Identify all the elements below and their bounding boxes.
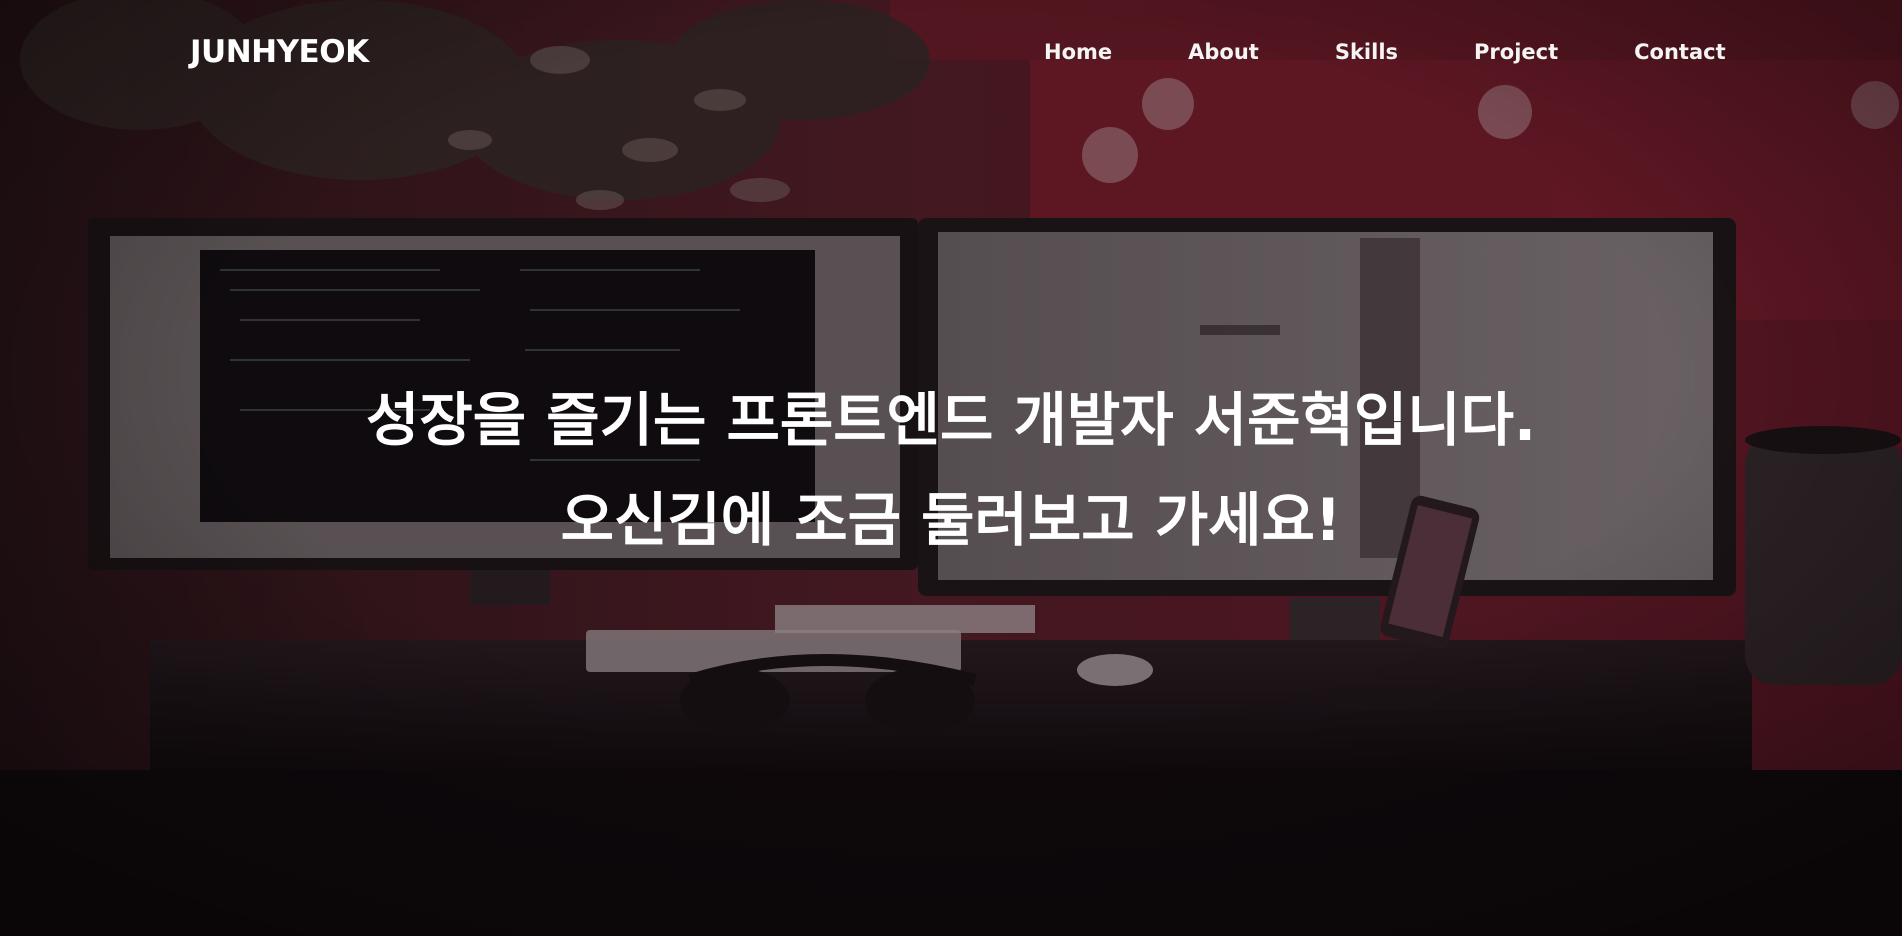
hero-section: JUNHYEOK Home About Skills Project Conta… bbox=[0, 0, 1902, 936]
nav-contact-link[interactable]: Contact bbox=[1596, 40, 1764, 64]
nav-home-link[interactable]: Home bbox=[1006, 40, 1150, 64]
hero-headline: 성장을 즐기는 프론트엔드 개발자 서준혁입니다. 오신김에 조금 둘러보고 가… bbox=[0, 370, 1902, 570]
hero-headline-line1: 성장을 즐기는 프론트엔드 개발자 서준혁입니다. bbox=[365, 386, 1536, 454]
nav-skills-link[interactable]: Skills bbox=[1297, 40, 1436, 64]
hero-headline-line2: 오신김에 조금 둘러보고 가세요! bbox=[560, 486, 1342, 554]
nav-project-link[interactable]: Project bbox=[1436, 40, 1596, 64]
nav-about-link[interactable]: About bbox=[1150, 40, 1297, 64]
top-navigation: JUNHYEOK Home About Skills Project Conta… bbox=[0, 0, 1902, 110]
nav-menu: Home About Skills Project Contact bbox=[1006, 40, 1764, 64]
site-logo[interactable]: JUNHYEOK bbox=[190, 34, 369, 70]
